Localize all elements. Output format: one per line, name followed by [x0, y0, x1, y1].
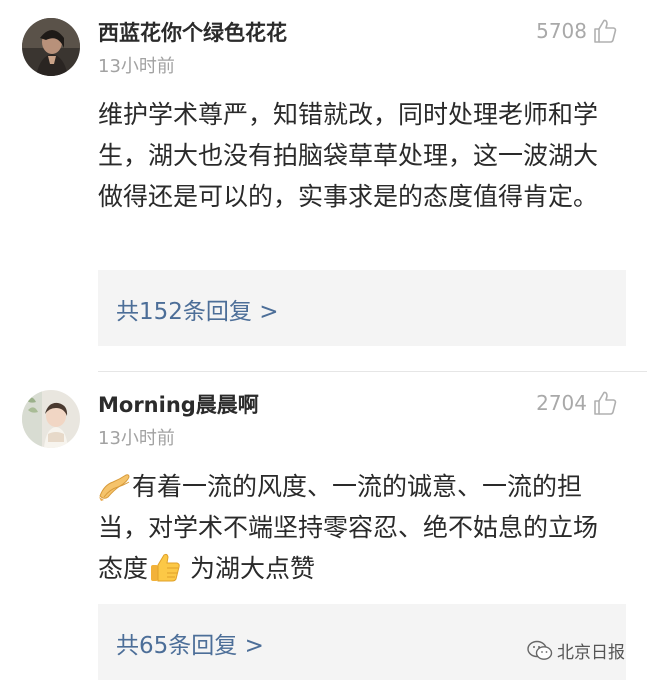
view-replies-button[interactable]: 共152条回复 >: [98, 270, 626, 346]
watermark-text: 北京日报: [557, 643, 625, 663]
comment-text: 有着一流的风度、一流的诚意、一流的担当，对学术不端坚持零容忍、绝不姑息的立场态度…: [98, 466, 618, 589]
comment-timestamp: 13小时前: [98, 428, 175, 449]
avatar[interactable]: [22, 390, 80, 448]
comment-username[interactable]: 西蓝花你个绿色花花: [98, 17, 287, 47]
comment-text-tail: 为湖大点赞: [182, 554, 315, 583]
comment-list: 西蓝花你个绿色花花 13小时前 5708 维护学术尊严，知错就改，同时处理老师和…: [0, 0, 647, 693]
comment-timestamp: 13小时前: [98, 56, 175, 77]
comment-username[interactable]: Morning晨晨啊: [98, 389, 259, 419]
avatar[interactable]: [22, 18, 80, 76]
praying-hands-icon: [99, 474, 130, 501]
like-button[interactable]: 5708: [536, 18, 617, 44]
like-count: 2704: [536, 391, 587, 415]
like-button[interactable]: 2704: [536, 390, 617, 416]
thumbs-up-outline-icon: [594, 19, 617, 43]
comment-item: 西蓝花你个绿色花花 13小时前 5708 维护学术尊严，知错就改，同时处理老师和…: [0, 0, 647, 372]
thumbs-up-icon: [151, 553, 180, 582]
watermark: 北京日报: [527, 638, 625, 663]
reply-count-link[interactable]: 共152条回复 >: [116, 292, 278, 326]
thumbs-up-outline-icon: [594, 391, 617, 415]
like-count: 5708: [536, 19, 587, 43]
wechat-icon: [527, 640, 553, 660]
comment-text: 维护学术尊严，知错就改，同时处理老师和学生，湖大也没有拍脑袋草草处理，这一波湖大…: [98, 100, 599, 211]
reply-count-link[interactable]: 共65条回复 >: [116, 626, 264, 660]
